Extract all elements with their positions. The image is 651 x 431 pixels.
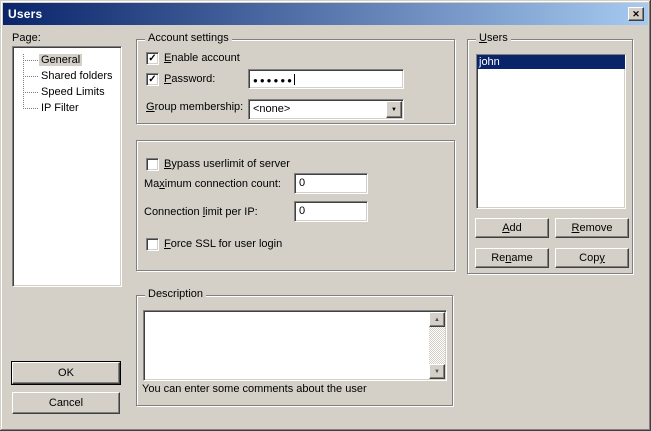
force-ssl-checkbox[interactable] [146,238,159,251]
tree-item-ip-filter[interactable]: IP Filter [13,100,121,116]
password-label: Password: [164,73,215,85]
bypass-userlimit-label: Bypass userlimit of server [164,158,290,170]
users-dialog: Users ✕ Page: General Shared folders Spe… [0,0,651,431]
vertical-scrollbar[interactable]: ▲ ▼ [429,312,445,379]
limits-group: Bypass userlimit of server Maximum conne… [136,140,455,271]
group-membership-label: Group membership: [146,101,243,113]
force-ssl-label: Force SSL for user login [164,238,282,250]
per-ip-limit-input[interactable]: 0 [294,201,368,222]
description-hint: You can enter some comments about the us… [142,383,367,395]
max-connections-input[interactable]: 0 [294,173,368,194]
scroll-down-icon[interactable]: ▼ [429,364,445,379]
remove-user-button[interactable]: Remove [555,218,629,238]
tree-item-label: Speed Limits [39,86,107,98]
password-checkbox[interactable]: ✓ [146,73,159,86]
max-connections-label: Maximum connection count: [144,178,281,190]
tree-item-general[interactable]: General [13,52,121,68]
group-membership-select[interactable]: <none> ▼ [248,99,404,120]
users-group: Users john Add Remove Rename Copy [467,39,633,274]
per-ip-limit-label: Connection limit per IP: [144,206,258,218]
chevron-down-icon[interactable]: ▼ [386,101,402,118]
page-label: Page: [12,32,41,44]
enable-account-label: Enable account [164,52,240,64]
description-group-label: Description [145,288,206,300]
description-group: Description ▲ ▼ You can enter some comme… [136,295,453,406]
window-title: Users [8,7,42,21]
ok-button[interactable]: OK [12,362,120,384]
users-listbox[interactable]: john [476,54,626,209]
copy-user-button[interactable]: Copy [555,248,629,268]
page-tree[interactable]: General Shared folders Speed Limits IP F… [12,46,122,287]
tree-item-label: IP Filter [39,102,81,114]
tree-item-label: General [39,54,82,66]
tree-item-label: Shared folders [39,70,115,82]
cancel-button[interactable]: Cancel [12,392,120,414]
bypass-userlimit-checkbox[interactable] [146,158,159,171]
tree-item-speed-limits[interactable]: Speed Limits [13,84,121,100]
text-caret [294,74,295,85]
account-settings-group: Account settings ✓ Enable account ✓ Pass… [136,39,455,124]
scroll-up-icon[interactable]: ▲ [429,312,445,327]
password-input[interactable]: ●●●●●● [248,69,404,89]
account-settings-group-label: Account settings [145,32,232,44]
group-membership-value: <none> [253,103,290,115]
tree-item-shared-folders[interactable]: Shared folders [13,68,121,84]
close-icon[interactable]: ✕ [628,7,644,21]
rename-user-button[interactable]: Rename [475,248,549,268]
enable-account-checkbox[interactable]: ✓ [146,52,159,65]
user-list-item[interactable]: john [477,55,625,69]
description-textarea[interactable]: ▲ ▼ [143,310,447,381]
add-user-button[interactable]: Add [475,218,549,238]
users-group-label: Users [476,32,511,44]
titlebar[interactable]: Users ✕ [3,3,648,25]
